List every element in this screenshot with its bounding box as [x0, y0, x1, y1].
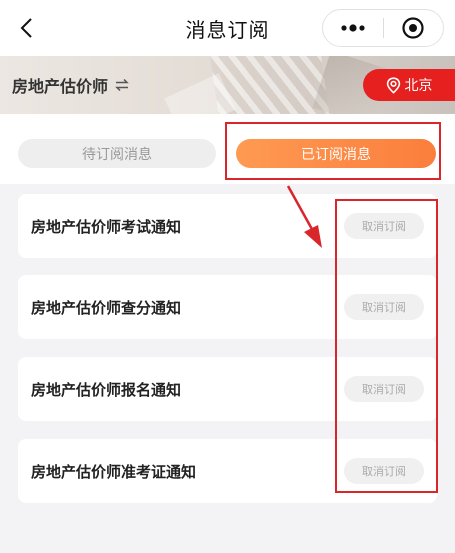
annotation-arrow	[286, 185, 322, 248]
